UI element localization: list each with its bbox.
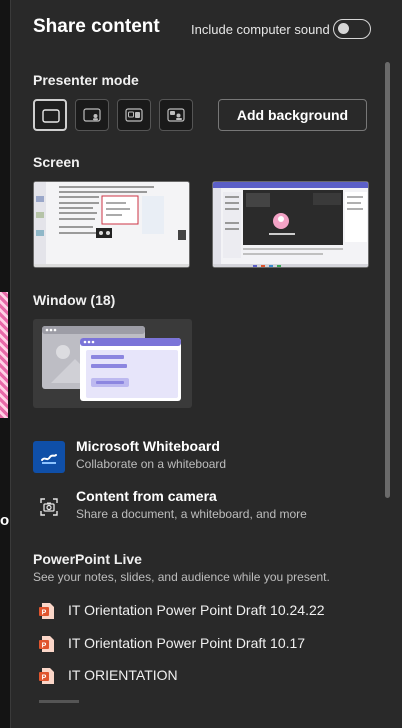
screen-1-preview bbox=[34, 182, 189, 267]
mode-reporter-button[interactable] bbox=[159, 99, 193, 131]
standout-icon bbox=[83, 108, 101, 122]
powerpoint-file-2[interactable]: P IT Orientation Power Point Draft 10.17 bbox=[39, 633, 369, 655]
powerpoint-file-1[interactable]: P IT Orientation Power Point Draft 10.24… bbox=[39, 600, 369, 622]
mode-standout-button[interactable] bbox=[75, 99, 109, 131]
powerpoint-live-title: PowerPoint Live bbox=[33, 551, 142, 567]
toggle-knob bbox=[338, 23, 349, 34]
powerpoint-file-label: IT Orientation Power Point Draft 10.17 bbox=[68, 635, 306, 651]
side-by-side-icon bbox=[125, 108, 143, 122]
whiteboard-icon bbox=[33, 441, 65, 473]
mode-side-by-side-button[interactable] bbox=[117, 99, 151, 131]
camera-title: Content from camera bbox=[76, 488, 217, 504]
powerpoint-live-subtitle: See your notes, slides, and audience whi… bbox=[33, 570, 330, 584]
window-picker-tile[interactable] bbox=[33, 319, 192, 408]
svg-text:P: P bbox=[42, 675, 47, 682]
screen-1-thumbnail[interactable] bbox=[33, 181, 190, 268]
include-sound-label: Include computer sound bbox=[191, 22, 330, 37]
panel-scrollbar[interactable] bbox=[385, 62, 390, 498]
include-sound-toggle[interactable] bbox=[333, 19, 371, 39]
mode-content-only-button[interactable] bbox=[33, 99, 67, 131]
background-image-strip bbox=[0, 292, 8, 418]
powerpoint-file-label: IT ORIENTATION bbox=[68, 667, 178, 683]
camera-subtitle: Share a document, a whiteboard, and more bbox=[76, 507, 307, 521]
camera-icon bbox=[33, 491, 65, 523]
background-text-fragment: o bbox=[0, 512, 10, 529]
next-item-partial bbox=[39, 700, 79, 703]
whiteboard-option[interactable]: Microsoft Whiteboard Collaborate on a wh… bbox=[33, 438, 373, 478]
content-from-camera-option[interactable]: Content from camera Share a document, a … bbox=[33, 488, 373, 528]
screen-section-title: Screen bbox=[33, 154, 80, 170]
share-content-panel: Share content Include computer sound Pre… bbox=[10, 0, 402, 728]
screen-2-thumbnail[interactable] bbox=[212, 181, 369, 268]
window-illustration-icon bbox=[42, 326, 181, 401]
powerpoint-file-icon: P bbox=[39, 668, 54, 684]
panel-title: Share content bbox=[33, 16, 160, 37]
powerpoint-file-label: IT Orientation Power Point Draft 10.24.2… bbox=[68, 602, 325, 618]
whiteboard-title: Microsoft Whiteboard bbox=[76, 438, 220, 454]
svg-text:P: P bbox=[42, 643, 47, 650]
powerpoint-file-icon: P bbox=[39, 636, 54, 652]
reporter-icon bbox=[167, 108, 185, 122]
presenter-mode-title: Presenter mode bbox=[33, 72, 139, 88]
window-section-title: Window (18) bbox=[33, 292, 116, 308]
powerpoint-file-icon: P bbox=[39, 603, 54, 619]
add-background-button[interactable]: Add background bbox=[218, 99, 367, 131]
screen-2-preview bbox=[213, 182, 368, 267]
svg-text:P: P bbox=[42, 610, 47, 617]
powerpoint-file-3[interactable]: P IT ORIENTATION bbox=[39, 665, 369, 687]
whiteboard-subtitle: Collaborate on a whiteboard bbox=[76, 457, 227, 471]
content-only-icon bbox=[42, 109, 60, 123]
